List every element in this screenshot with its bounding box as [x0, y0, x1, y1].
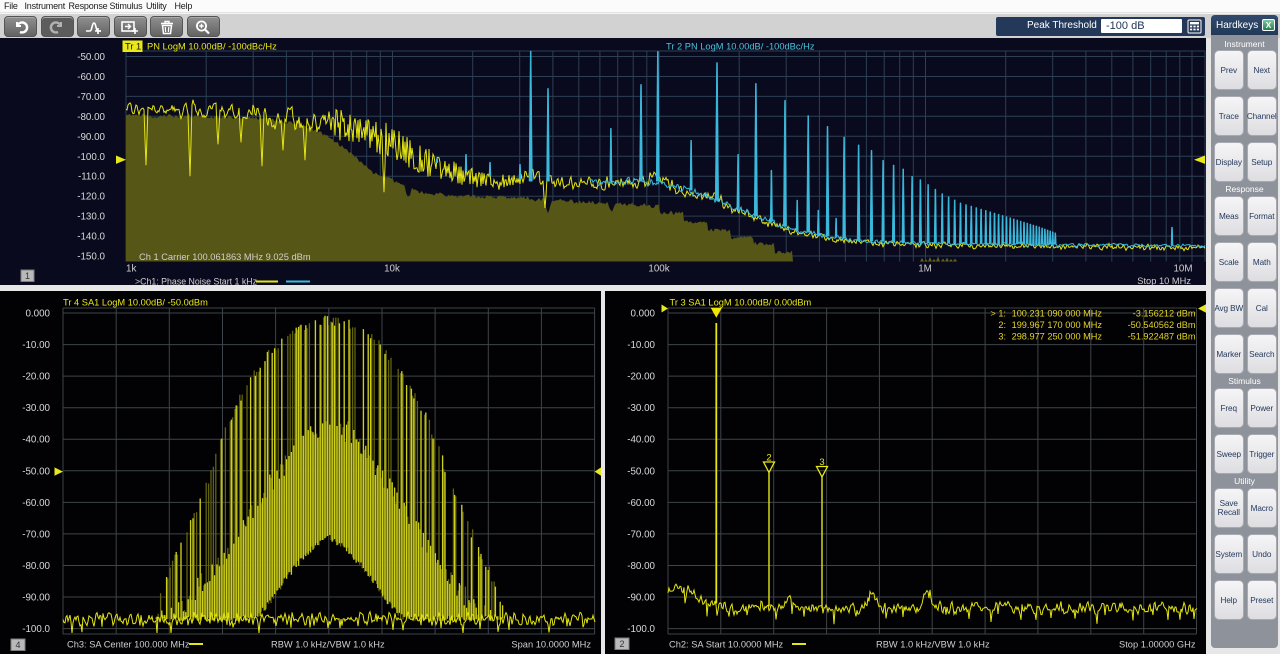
svg-text:-50.00: -50.00: [627, 466, 655, 477]
svg-text:-3.156212 dBm: -3.156212 dBm: [1133, 309, 1196, 319]
svg-text:> 1:: > 1:: [990, 309, 1006, 319]
svg-text:2:: 2:: [998, 320, 1006, 330]
svg-text:Ch 1 Carrier 100.061863 MHz: Ch 1 Carrier 100.061863 MHz 9.025 dBm: [139, 252, 311, 262]
svg-text:3: 3: [819, 457, 824, 468]
svg-text:-60.00: -60.00: [627, 498, 655, 509]
svg-text:-50.00: -50.00: [77, 52, 105, 63]
svg-text:>Ch1: Phase Noise Start 1 k: >Ch1: Phase Noise Start 1 kHz: [135, 277, 257, 286]
svg-text:-100.0: -100.0: [627, 624, 655, 635]
svg-text:Tr 3 SA1 LogM 10.00dB/ 0.00: Tr 3 SA1 LogM 10.00dB/ 0.00dBm: [670, 298, 812, 308]
svg-text:100k: 100k: [648, 264, 669, 275]
svg-text:-90.00: -90.00: [22, 593, 50, 604]
svg-text:298.977 250 000 MHz: 298.977 250 000 MHz: [1012, 332, 1103, 342]
svg-text:-20.00: -20.00: [627, 372, 655, 383]
svg-text:-30.00: -30.00: [627, 403, 655, 414]
svg-text:0.000: 0.000: [630, 309, 655, 320]
svg-text:2: 2: [766, 453, 771, 464]
svg-text:-30.00: -30.00: [22, 403, 50, 414]
svg-text:PN LogM 10.00dB/ -100dBc/Hz: PN LogM 10.00dB/ -100dBc/Hz: [147, 42, 277, 52]
svg-text:10k: 10k: [384, 264, 400, 275]
svg-text:-20.00: -20.00: [22, 372, 50, 383]
svg-text:100.231 090 000 MHz: 100.231 090 000 MHz: [1012, 309, 1103, 319]
svg-text:-150.0: -150.0: [77, 252, 105, 263]
svg-text:-70.00: -70.00: [77, 92, 105, 103]
svg-text:-60.00: -60.00: [77, 72, 105, 83]
svg-text:-90.00: -90.00: [627, 593, 655, 604]
svg-text:Stop 10 MHz: Stop 10 MHz: [1137, 276, 1191, 285]
svg-text:Tr 1: Tr 1: [125, 42, 141, 52]
svg-text:-110.0: -110.0: [78, 172, 106, 183]
svg-text:RBW 1.0 kHz/VBW 1.0 kHz: RBW 1.0 kHz/VBW 1.0 kHz: [271, 640, 385, 650]
svg-text:1k: 1k: [126, 264, 136, 275]
svg-text:-60.00: -60.00: [22, 498, 50, 509]
svg-text:Span 10.0000 MHz: Span 10.0000 MHz: [511, 640, 591, 650]
svg-text:10M: 10M: [1173, 264, 1192, 275]
svg-text:-80.00: -80.00: [627, 561, 655, 572]
svg-text:-40.00: -40.00: [22, 435, 50, 446]
svg-text:2: 2: [619, 639, 624, 649]
svg-text:Stop 1.00000 GHz: Stop 1.00000 GHz: [1119, 640, 1196, 650]
svg-text:-10.00: -10.00: [627, 340, 655, 351]
svg-text:1M: 1M: [918, 264, 932, 275]
svg-text:Ch2: SA Start 10.0000 MHz: Ch2: SA Start 10.0000 MHz: [669, 640, 784, 650]
svg-text:-40.00: -40.00: [627, 435, 655, 446]
svg-text:-80.00: -80.00: [77, 112, 105, 123]
svg-text:3:: 3:: [998, 332, 1006, 342]
svg-text:-130.0: -130.0: [77, 212, 105, 223]
svg-text:-100.0: -100.0: [77, 152, 105, 163]
svg-text:-100.0: -100.0: [22, 624, 50, 635]
svg-text:4: 4: [15, 640, 20, 650]
svg-text:-50.540562 dBm: -50.540562 dBm: [1128, 320, 1196, 330]
svg-text:-140.0: -140.0: [77, 232, 105, 243]
svg-text:-120.0: -120.0: [77, 192, 105, 203]
svg-text:199.967 170 000 MHz: 199.967 170 000 MHz: [1012, 320, 1103, 330]
svg-text:-80.00: -80.00: [22, 561, 50, 572]
svg-text:-51.922487 dBm: -51.922487 dBm: [1128, 332, 1196, 342]
svg-text:Ch3: SA Center 100.000 MHz: Ch3: SA Center 100.000 MHz: [67, 640, 190, 650]
svg-text:-70.00: -70.00: [627, 529, 655, 540]
svg-text:Tr 4 SA1 LogM 10.00dB/ -50.0: Tr 4 SA1 LogM 10.00dB/ -50.0dBm: [63, 298, 208, 308]
svg-text:1: 1: [25, 271, 30, 281]
svg-text:Tr 2 PN LogM 10.00dB/ -100d: Tr 2 PN LogM 10.00dB/ -100dBc/Hz: [666, 42, 815, 52]
svg-text:RBW 1.0 kHz/VBW 1.0 kHz: RBW 1.0 kHz/VBW 1.0 kHz: [876, 640, 990, 650]
svg-text:-70.00: -70.00: [22, 529, 50, 540]
svg-text:-90.00: -90.00: [77, 132, 105, 143]
svg-text:-50.00: -50.00: [22, 466, 50, 477]
svg-text:0.000: 0.000: [25, 309, 50, 320]
svg-text:-10.00: -10.00: [22, 340, 50, 351]
